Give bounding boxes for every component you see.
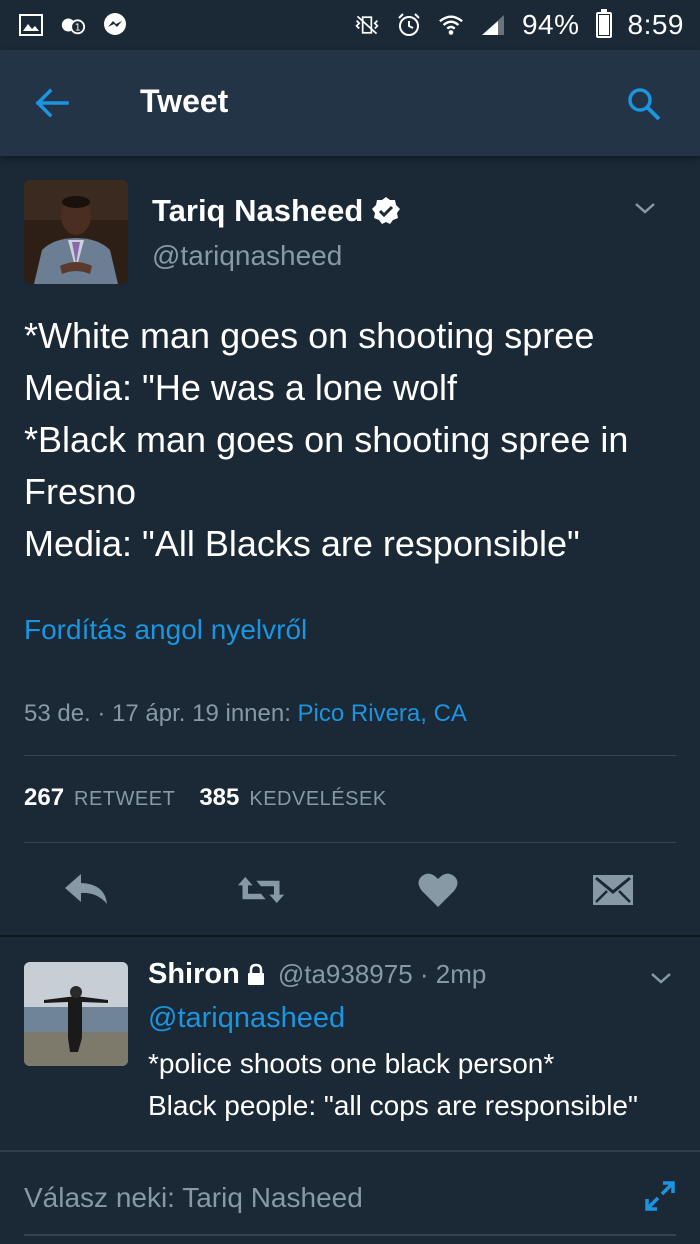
chevron-down-icon	[635, 203, 655, 214]
expand-composer-button[interactable]	[642, 1178, 678, 1214]
reply-text: *police shoots one black person* Black p…	[148, 1048, 638, 1121]
svg-text:1: 1	[75, 23, 81, 34]
alarm-icon	[396, 12, 422, 38]
like-button[interactable]	[413, 868, 463, 912]
author-avatar[interactable]	[24, 180, 128, 284]
page-title: Tweet	[140, 83, 229, 119]
tweet-stats: 267 RETWEET 385 KEDVELÉSEK	[24, 784, 401, 812]
reply-header: Shiron @ta938975 · 2mp	[148, 958, 486, 991]
reply-author-handle[interactable]: @ta938975 · 2mp	[278, 959, 487, 990]
back-arrow-icon	[35, 88, 69, 118]
tweet-text: *White man goes on shooting spree Media:…	[24, 315, 629, 564]
author-name-text: Tariq Nasheed	[152, 193, 364, 228]
retweet-button[interactable]	[236, 868, 286, 912]
wifi-icon	[438, 12, 464, 38]
tweet-timestamp: 53 de. · 17 ápr. 19 innen:	[24, 700, 298, 727]
expand-icon	[645, 1181, 675, 1211]
back-button[interactable]	[30, 83, 74, 123]
divider	[24, 755, 676, 756]
direct-message-button[interactable]	[588, 868, 638, 912]
reply-composer: Válasz neki: Tariq Nasheed	[0, 1150, 700, 1244]
heart-icon	[418, 873, 458, 907]
chevron-down-icon	[651, 973, 671, 984]
messenger-icon	[102, 12, 128, 38]
translate-link[interactable]: Fordítás angol nyelvről	[24, 614, 307, 646]
section-separator	[0, 935, 700, 937]
app-bar: Tweet	[0, 50, 700, 156]
tweet-actions	[0, 860, 700, 920]
tweet-meta: 53 de. · 17 ápr. 19 innen: Pico Rivera, …	[24, 700, 467, 728]
reply-button[interactable]	[62, 868, 112, 912]
search-button[interactable]	[622, 82, 666, 126]
author-name[interactable]: Tariq Nasheed	[152, 193, 401, 229]
reply-input[interactable]: Válasz neki: Tariq Nasheed	[24, 1182, 363, 1214]
retweet-icon	[237, 877, 285, 903]
battery-icon	[595, 9, 612, 38]
tweet-location-link[interactable]: Pico Rivera, CA	[298, 700, 467, 727]
tweet-menu-button[interactable]	[630, 196, 660, 220]
status-bar: 1 94% 8:59	[0, 0, 700, 50]
status-bar-right: 94% 8:59	[354, 9, 684, 41]
reply-input-underline	[24, 1234, 676, 1236]
gallery-icon	[18, 12, 44, 38]
voicemail-icon: 1	[60, 12, 86, 38]
reply-menu-button[interactable]	[646, 966, 676, 990]
like-count[interactable]: 385	[199, 784, 239, 812]
retweet-count[interactable]: 267	[24, 784, 64, 812]
signal-icon	[480, 12, 506, 38]
lock-icon	[247, 963, 264, 985]
retweet-label[interactable]: RETWEET	[74, 788, 175, 811]
reply-mention-link[interactable]: @tariqnasheed	[148, 1002, 345, 1035]
reply-author-avatar[interactable]	[24, 962, 128, 1066]
clock: 8:59	[627, 9, 684, 40]
author-handle[interactable]: @tariqnasheed	[152, 240, 342, 272]
battery-percent: 94%	[521, 9, 580, 40]
vibrate-mute-icon	[354, 12, 380, 38]
status-bar-left: 1	[18, 12, 128, 38]
envelope-icon	[593, 875, 633, 905]
reply-icon	[65, 874, 107, 904]
divider	[24, 842, 676, 843]
reply-author-name[interactable]: Shiron	[148, 958, 240, 991]
search-icon	[628, 88, 661, 121]
verified-badge-icon	[372, 197, 401, 224]
like-label[interactable]: KEDVELÉSEK	[249, 788, 386, 811]
